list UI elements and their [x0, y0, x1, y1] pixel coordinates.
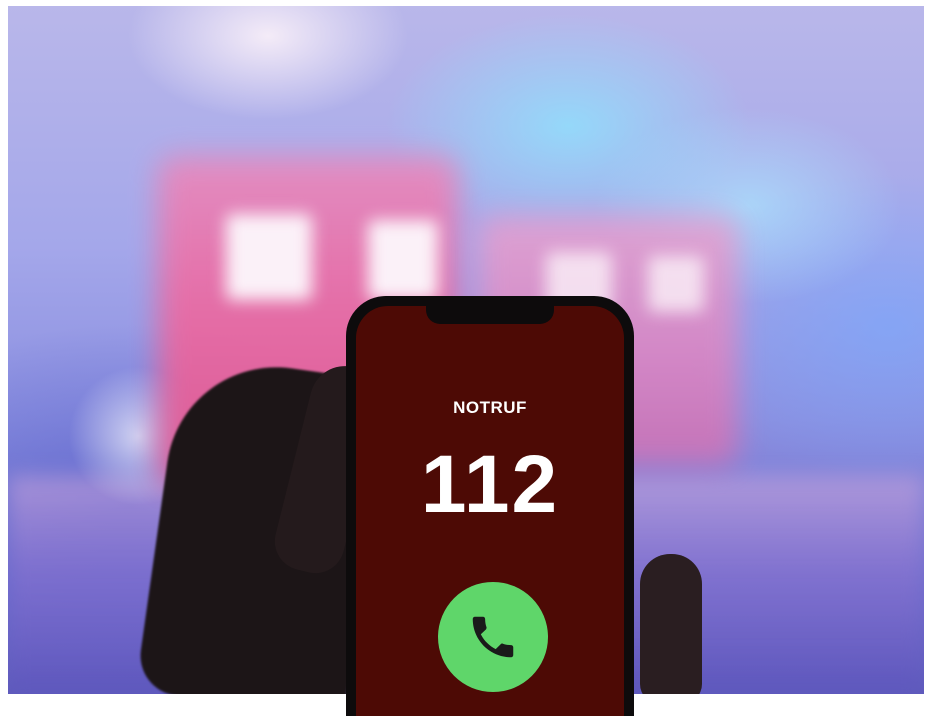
call-label: NOTRUF [453, 398, 527, 417]
phone-icon [472, 616, 514, 658]
call-button[interactable] [438, 582, 548, 692]
blurred-window [368, 220, 438, 300]
smartphone: NOTRUF 112 [346, 296, 634, 716]
phone-screen: NOTRUF 112 [356, 306, 624, 716]
finger [640, 554, 702, 694]
phone-notch [426, 306, 554, 324]
emergency-number: 112 [420, 439, 560, 530]
blurred-window [648, 256, 704, 312]
blurred-window [226, 214, 312, 300]
